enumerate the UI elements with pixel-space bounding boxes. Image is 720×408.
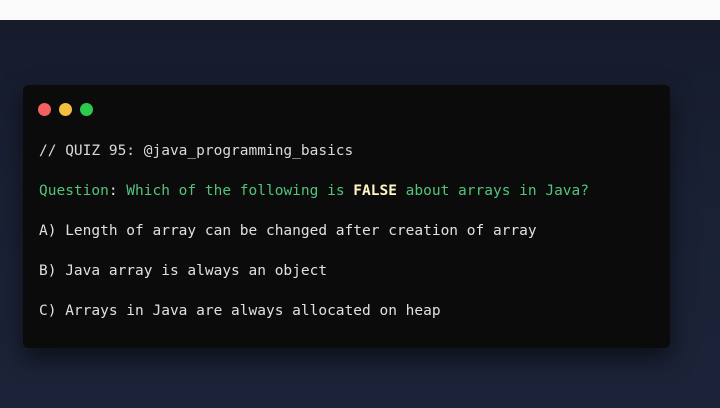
minimize-dot-icon: [59, 103, 72, 116]
maximize-dot-icon: [80, 103, 93, 116]
top-strip: [0, 0, 720, 20]
question-line: Question: Which of the following is FALS…: [39, 182, 589, 200]
option-c: C) Arrays in Java are always allocated o…: [39, 303, 441, 319]
question-colon: :: [108, 183, 118, 199]
quiz-comment: // QUIZ 95: @java_programming_basics: [39, 143, 354, 159]
option-b: B) Java array is always an object: [39, 263, 328, 279]
option-a: A) Length of array can be changed after …: [39, 223, 537, 239]
close-dot-icon: [38, 103, 51, 116]
question-label: Question: [39, 183, 109, 199]
question-text-pre: Which of the following is: [117, 183, 354, 199]
code-window: // QUIZ 95: @java_programming_basics Que…: [23, 85, 670, 348]
question-text-post: about arrays in Java?: [396, 183, 589, 199]
question-emphasis: FALSE: [353, 183, 397, 199]
page: // QUIZ 95: @java_programming_basics Que…: [0, 0, 720, 408]
